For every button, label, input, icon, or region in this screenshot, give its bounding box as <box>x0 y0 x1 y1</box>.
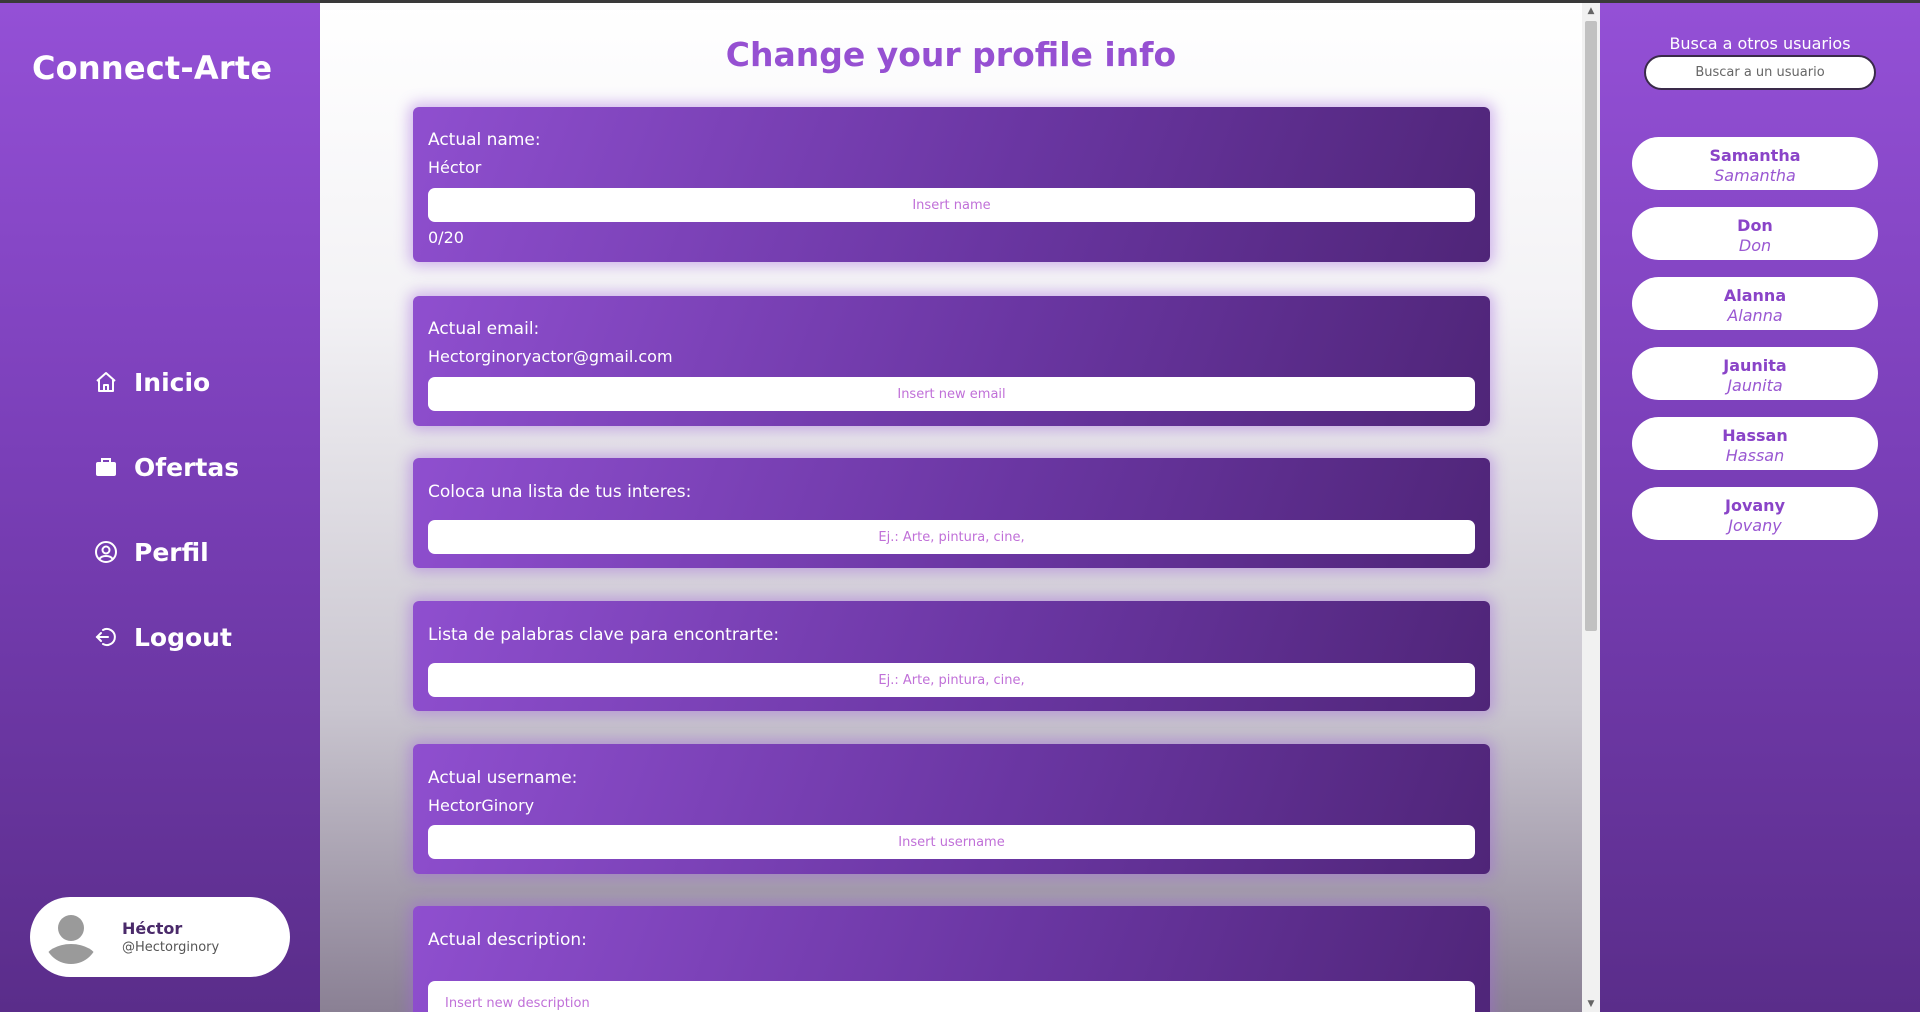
nav-item-ofertas[interactable]: Ofertas <box>94 446 239 488</box>
user-name: Héctor <box>122 919 183 938</box>
current-email-value: Hectorginoryactor@gmail.com <box>428 347 673 366</box>
nav-label: Inicio <box>134 367 211 397</box>
card-label: Coloca una lista de tus interes: <box>428 482 692 502</box>
right-sidebar: Busca a otros usuarios Samantha Samantha… <box>1600 3 1920 1012</box>
description-input[interactable] <box>428 981 1475 1012</box>
user-handle: @Hectorginory <box>122 940 220 955</box>
keywords-card: Lista de palabras clave para encontrarte… <box>413 601 1490 711</box>
page-title: Change your profile info <box>725 35 1177 74</box>
user-meta: Héctor @Hectorginory <box>122 919 219 955</box>
brand-logo-text[interactable]: Connect-Arte <box>32 49 272 87</box>
left-sidebar: Connect-Arte Inicio Ofertas Perfil Logou… <box>0 3 320 1012</box>
current-user-card[interactable]: Héctor @Hectorginory <box>30 897 290 977</box>
user-pill-handle: Don <box>1738 236 1772 255</box>
current-username-value: HectorGinory <box>428 796 535 815</box>
briefcase-icon <box>96 458 116 476</box>
username-input[interactable] <box>428 825 1475 859</box>
user-pill-name: Hassan <box>1722 426 1788 445</box>
logout-icon <box>95 628 116 646</box>
name-input[interactable] <box>428 188 1475 222</box>
interests-input[interactable] <box>428 520 1475 554</box>
default-avatar-icon <box>45 915 97 964</box>
card-label: Lista de palabras clave para encontrarte… <box>428 625 780 645</box>
current-name-value: Héctor <box>428 158 482 177</box>
user-pill-name: Don <box>1737 216 1773 235</box>
user-pill-handle: Hassan <box>1725 446 1785 465</box>
user-pill[interactable]: Jovany Jovany <box>1632 487 1878 540</box>
nav-item-inicio[interactable]: Inicio <box>94 361 239 403</box>
avatar <box>44 910 98 964</box>
card-label: Actual description: <box>428 930 587 950</box>
keywords-input[interactable] <box>428 663 1475 697</box>
search-label: Busca a otros usuarios <box>1669 34 1851 53</box>
user-pill-name: Samantha <box>1709 146 1801 165</box>
user-pill[interactable]: Alanna Alanna <box>1632 277 1878 330</box>
user-pill[interactable]: Jaunita Jaunita <box>1632 347 1878 400</box>
user-pill[interactable]: Don Don <box>1632 207 1878 260</box>
main-scrollbar[interactable]: ▲ ▼ <box>1582 3 1600 1012</box>
home-icon <box>96 372 116 392</box>
name-card: Actual name: Héctor 0/20 <box>413 107 1490 262</box>
user-circle-icon <box>95 541 117 563</box>
main-nav: Inicio Ofertas Perfil Logout <box>94 361 239 701</box>
user-pill-handle: Samantha <box>1714 166 1796 185</box>
scroll-up-arrow-icon[interactable]: ▲ <box>1582 3 1600 19</box>
user-pill-name: Alanna <box>1723 286 1787 305</box>
scroll-down-arrow-icon[interactable]: ▼ <box>1582 996 1600 1012</box>
nav-item-perfil[interactable]: Perfil <box>94 531 239 573</box>
user-pill-handle: Jaunita <box>1727 376 1783 395</box>
email-card: Actual email: Hectorginoryactor@gmail.co… <box>413 296 1490 426</box>
user-pill-name: Jovany <box>1725 496 1785 515</box>
interests-card: Coloca una lista de tus interes: <box>413 458 1490 568</box>
card-label: Actual email: <box>428 319 540 339</box>
scrollbar-thumb[interactable] <box>1585 21 1597 631</box>
nav-label: Perfil <box>134 537 209 567</box>
description-card: Actual description: <box>413 906 1490 1012</box>
name-char-counter: 0/20 <box>428 228 464 247</box>
nav-label: Logout <box>134 622 232 652</box>
user-pill-name: Jaunita <box>1723 356 1787 375</box>
nav-label: Ofertas <box>134 452 240 482</box>
username-card: Actual username: HectorGinory <box>413 744 1490 874</box>
card-label: Actual name: <box>428 130 541 150</box>
user-pill-handle: Alanna <box>1727 306 1783 325</box>
user-pill[interactable]: Samantha Samantha <box>1632 137 1878 190</box>
user-search-input[interactable] <box>1644 55 1876 90</box>
email-input[interactable] <box>428 377 1475 411</box>
main-content: Change your profile info Actual name: Hé… <box>320 3 1582 1012</box>
app-frame: Connect-Arte Inicio Ofertas Perfil Logou… <box>0 0 1920 1012</box>
user-pill[interactable]: Hassan Hassan <box>1632 417 1878 470</box>
card-label: Actual username: <box>428 768 578 788</box>
nav-item-logout[interactable]: Logout <box>94 616 239 658</box>
user-pill-handle: Jovany <box>1728 516 1782 535</box>
